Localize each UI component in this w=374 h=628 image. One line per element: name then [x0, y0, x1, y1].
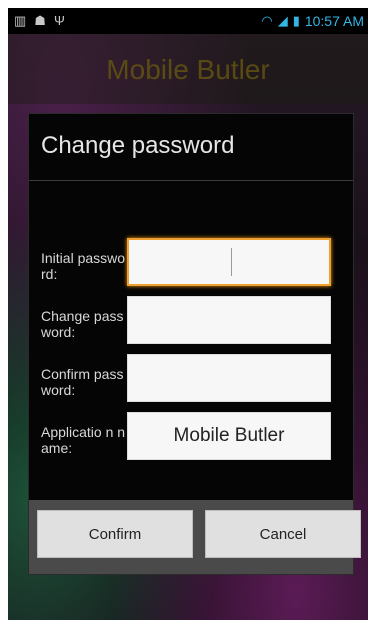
application-name-label: Applicatio n name: — [41, 424, 126, 456]
change-password-input[interactable] — [127, 296, 331, 344]
clock: 10:57 AM — [304, 13, 364, 29]
battery-icon: ▮ — [292, 13, 300, 28]
signal-icon: ◢ — [277, 13, 288, 28]
change-password-label: Change password: — [41, 308, 124, 340]
phone-screen: ▥ ☗ Ψ ◠ ◢ ▮ 10:57 AM Mobile Butler Chang… — [8, 8, 368, 620]
usb-icon: Ψ — [53, 13, 65, 28]
application-name-input[interactable]: Mobile Butler — [127, 412, 331, 460]
text-cursor — [231, 248, 232, 276]
cancel-button[interactable]: Cancel — [205, 510, 361, 558]
confirm-button[interactable]: Confirm — [37, 510, 193, 558]
initial-password-input[interactable] — [127, 238, 331, 286]
initial-password-label: Initial password: — [41, 250, 126, 282]
dialog-divider — [29, 180, 353, 181]
confirm-password-label: Confirm password: — [41, 366, 124, 398]
status-bar: ▥ ☗ Ψ ◠ ◢ ▮ 10:57 AM — [8, 8, 368, 34]
dialog-title: Change password — [41, 132, 235, 159]
change-password-dialog: Change password Initial password: Change… — [28, 113, 361, 575]
confirm-password-input[interactable] — [127, 354, 331, 402]
android-icon: ☗ — [34, 13, 46, 28]
app-title-bar: Mobile Butler — [8, 34, 368, 104]
keyboard-icon: ▥ — [14, 13, 27, 28]
app-title: Mobile Butler — [106, 54, 270, 85]
dialog-button-bar: Confirm Cancel — [29, 500, 361, 574]
wifi-icon: ◠ — [261, 13, 273, 28]
